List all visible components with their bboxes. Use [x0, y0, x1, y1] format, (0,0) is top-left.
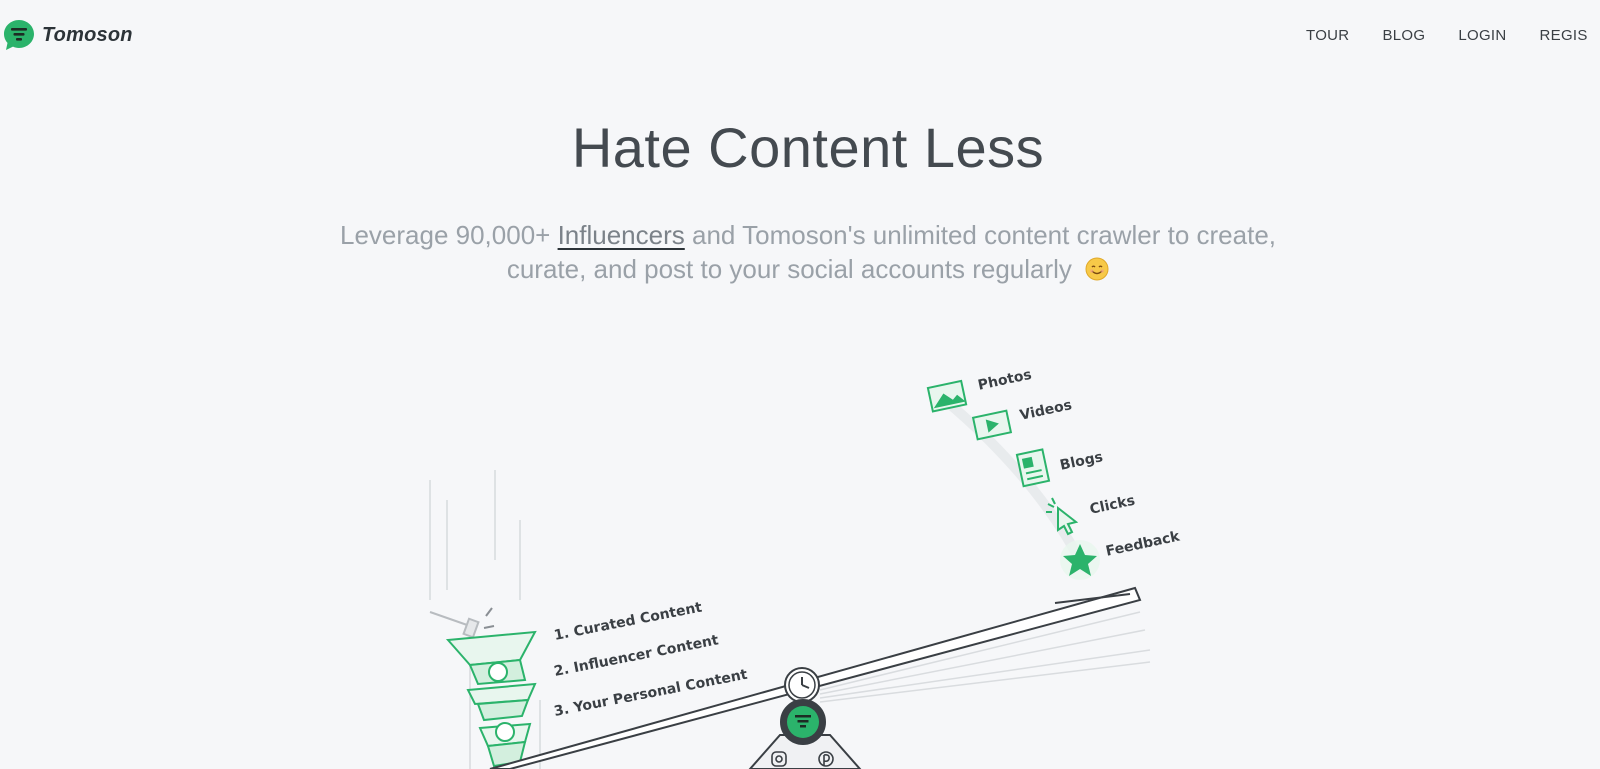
label-blogs: Blogs [1059, 449, 1105, 474]
reward-trail [941, 396, 1090, 573]
hammer-icon [429, 607, 495, 639]
hero-title: Hate Content Less [571, 116, 1045, 179]
nav-login[interactable]: LOGIN [1458, 27, 1506, 44]
label-feedback: Feedback [1104, 528, 1181, 559]
influencers-link[interactable]: Influencers [558, 220, 685, 250]
tomoson-logo-icon [780, 699, 826, 745]
nav-tour[interactable]: TOUR [1306, 27, 1349, 44]
hero-subtitle: Leverage 90,000+ Influencers and Tomoson… [300, 218, 1316, 286]
clock-icon [784, 667, 820, 703]
label-clicks: Clicks [1088, 493, 1136, 518]
label-influencer-content: 2. Influencer Content [553, 632, 720, 680]
instagram-icon [771, 751, 787, 767]
label-photos: Photos [977, 367, 1034, 394]
brand-logo[interactable]: Tomoson [2, 18, 133, 52]
star-icon [1060, 540, 1100, 580]
photo-icon [926, 379, 968, 413]
video-icon [971, 409, 1013, 441]
brand-name: Tomoson [42, 23, 133, 46]
site-header: Tomoson TOUR BLOG LOGIN REGIS [0, 0, 1600, 74]
main-nav: TOUR BLOG LOGIN REGIS [1306, 27, 1600, 44]
hero-subtitle-lead: Leverage 90,000+ [340, 220, 558, 250]
label-videos: Videos [1018, 397, 1073, 424]
cursor-click-icon [1046, 497, 1079, 536]
label-curated-content: 1. Curated Content [553, 599, 704, 643]
pinterest-icon [818, 751, 834, 767]
nav-register[interactable]: REGIS [1540, 27, 1588, 44]
fulcrum [748, 667, 862, 769]
content-stack [445, 630, 537, 768]
seesaw-plank [489, 586, 1142, 769]
tilt-motion-lines [819, 611, 1151, 703]
motion-lines [429, 470, 541, 769]
nav-blog[interactable]: BLOG [1382, 27, 1425, 44]
blog-icon [1015, 448, 1051, 488]
label-personal-content: 3. Your Personal Content [553, 667, 749, 720]
chat-bubble-filter-icon [4, 20, 34, 50]
smiling-face-icon [1085, 257, 1109, 281]
